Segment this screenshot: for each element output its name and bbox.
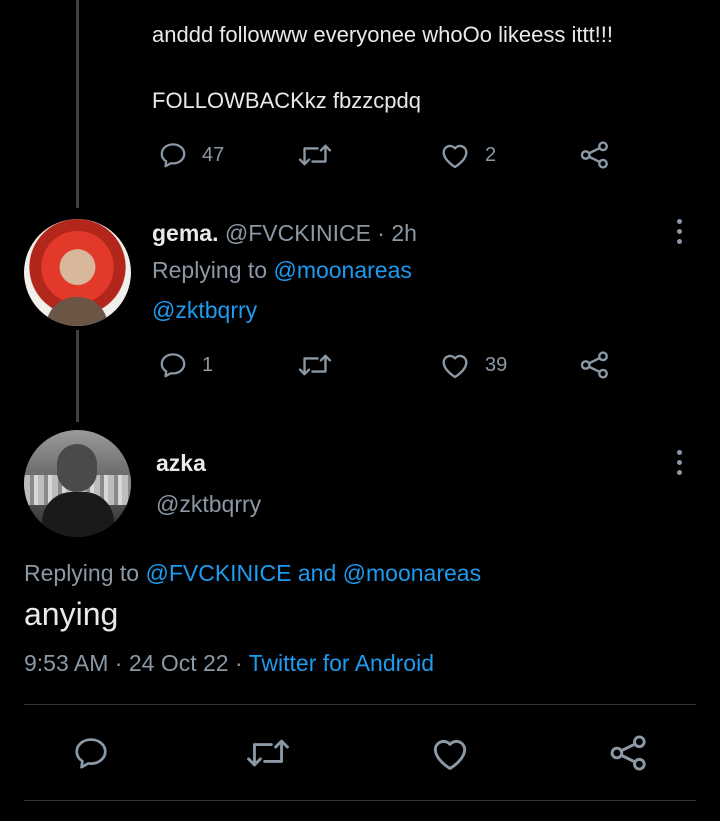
share-icon — [608, 734, 650, 772]
share-icon — [579, 140, 611, 170]
like-count: 39 — [485, 353, 508, 376]
mention-link[interactable]: @moonareas — [273, 257, 411, 283]
replying-label: Replying to — [24, 560, 140, 586]
retweet-icon — [298, 350, 332, 380]
share-button[interactable] — [579, 350, 611, 380]
tweet-text-line: FOLLOWBACKkz fbzzcpdq — [152, 88, 421, 113]
avatar-shirt — [46, 297, 108, 326]
more-icon-dot — [677, 239, 682, 244]
reply-icon — [72, 734, 110, 772]
more-options-button[interactable] — [677, 219, 682, 244]
divider — [24, 704, 696, 705]
avatar-figure — [57, 444, 97, 492]
replying-to: Replying to @moonareas — [152, 257, 412, 284]
mention-link[interactable]: @zktbqrry — [152, 297, 257, 324]
reply-count: 1 — [202, 353, 214, 376]
mention-link[interactable]: @moonareas — [343, 560, 481, 586]
separator: · — [377, 220, 385, 246]
avatar[interactable] — [24, 430, 131, 537]
separator: · — [234, 650, 243, 676]
reply-header: gema. @FVCKINICE · 2h — [152, 220, 417, 247]
separator: · — [114, 650, 123, 676]
username[interactable]: @FVCKINICE — [225, 220, 371, 246]
retweet-icon — [246, 734, 290, 772]
tweet-text-line: anddd followww everyonee whoOo likeess i… — [152, 22, 614, 47]
more-icon-dot — [677, 470, 682, 475]
reply-icon — [158, 140, 188, 170]
like-icon — [429, 734, 471, 772]
mention-link[interactable]: @FVCKINICE — [145, 560, 291, 586]
share-button[interactable] — [608, 734, 650, 772]
tweet-time: 9:53 AM — [24, 650, 109, 676]
more-icon — [677, 219, 682, 224]
retweet-button[interactable] — [246, 734, 290, 772]
reply-button[interactable]: 47 — [158, 140, 224, 170]
reply-icon — [158, 350, 188, 380]
more-options-button[interactable] — [677, 450, 682, 475]
tweet-source[interactable]: Twitter for Android — [249, 650, 434, 676]
retweet-button[interactable] — [298, 140, 332, 170]
like-button[interactable] — [429, 734, 471, 772]
tweet-meta: 9:53 AM · 24 Oct 22 · Twitter for Androi… — [24, 650, 434, 677]
like-button[interactable]: 2 — [439, 140, 496, 170]
replying-to: Replying to @FVCKINICE and @moonareas — [24, 560, 481, 587]
like-icon — [439, 350, 471, 380]
reply-button[interactable] — [72, 734, 110, 772]
like-count: 2 — [485, 143, 497, 166]
reply-count: 47 — [202, 143, 225, 166]
thread-line — [76, 0, 79, 208]
avatar-body — [42, 492, 114, 537]
thread-line — [76, 330, 79, 422]
like-icon — [439, 140, 471, 170]
display-name[interactable]: azka — [156, 450, 206, 477]
retweet-button[interactable] — [298, 350, 332, 380]
display-name[interactable]: gema. — [152, 220, 218, 246]
retweet-icon — [298, 140, 332, 170]
share-icon — [579, 350, 611, 380]
username[interactable]: @zktbqrry — [156, 491, 261, 518]
tweet-date: 24 Oct 22 — [128, 650, 229, 676]
replying-label: Replying to — [152, 257, 268, 283]
avatar[interactable] — [24, 219, 131, 326]
tweet-text: anying — [24, 596, 119, 632]
reply-button[interactable]: 1 — [158, 350, 213, 380]
timestamp[interactable]: 2h — [391, 220, 417, 246]
mention-and: and — [297, 560, 337, 586]
share-button[interactable] — [579, 140, 611, 170]
more-icon — [677, 450, 682, 455]
like-button[interactable]: 39 — [439, 350, 507, 380]
more-icon-dot — [677, 460, 682, 465]
more-icon-dot — [677, 229, 682, 234]
divider — [24, 800, 696, 801]
